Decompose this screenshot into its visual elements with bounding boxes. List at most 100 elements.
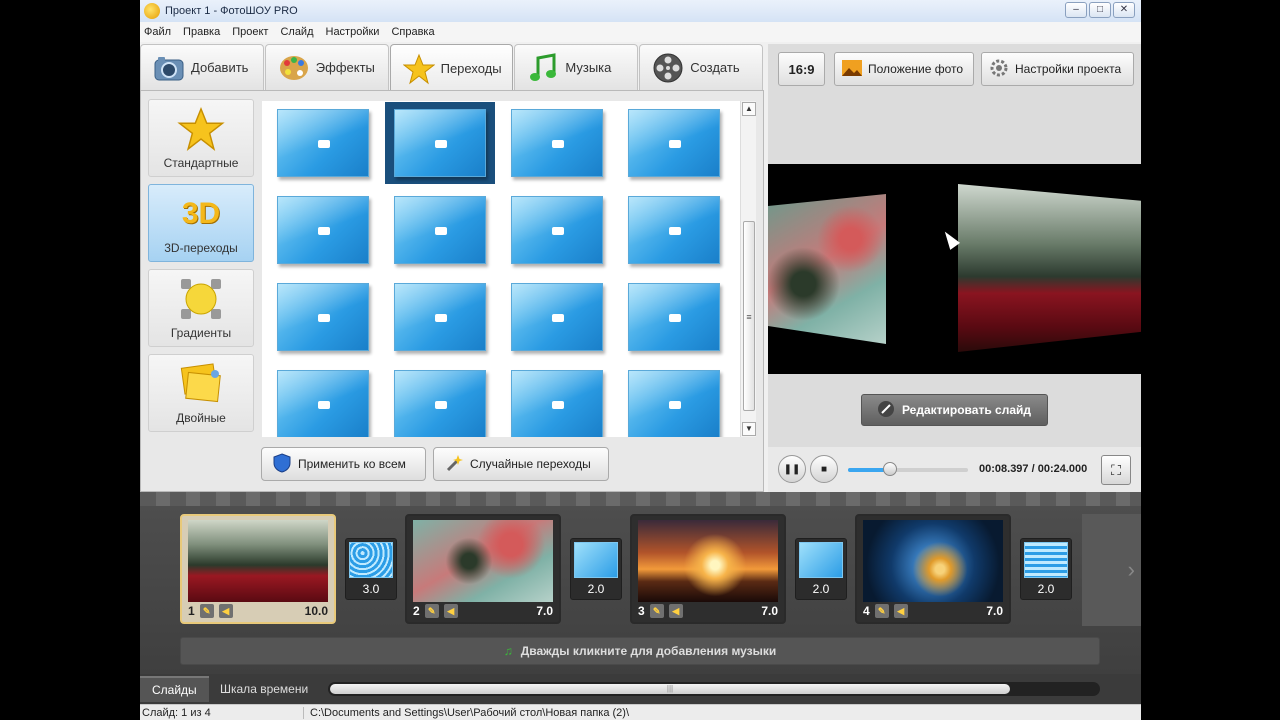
transition-preset-thumb — [277, 370, 369, 437]
transition-preset[interactable] — [619, 363, 729, 437]
menu-slide[interactable]: Слайд — [280, 26, 313, 38]
status-slide-info: Слайд: 1 из 4 — [140, 706, 304, 719]
transition-duration: 2.0 — [1037, 582, 1055, 596]
scroll-up-arrow-icon[interactable]: ▲ — [742, 102, 756, 116]
transition-preset[interactable] — [385, 276, 495, 358]
stop-button[interactable]: ■ — [810, 455, 838, 483]
camera-icon — [153, 52, 185, 84]
star-icon — [176, 106, 226, 152]
tab-music[interactable]: Музыка — [514, 44, 639, 90]
film-reel-icon — [652, 52, 684, 84]
aspect-ratio-button[interactable]: 16:9 — [778, 52, 825, 86]
pencil-icon[interactable]: ✎ — [199, 604, 214, 618]
transition-preset[interactable] — [619, 189, 729, 271]
transition-preset[interactable] — [385, 102, 495, 184]
transition-arrow-icon — [669, 314, 681, 322]
transition-categories: Стандартные 3D 3D-переходы Градиенты Дво… — [148, 99, 254, 439]
pause-button[interactable]: ❚❚ — [778, 455, 806, 483]
random-transitions-button[interactable]: Случайные переходы — [433, 447, 609, 481]
transition-preset[interactable] — [268, 102, 378, 184]
tab-effects[interactable]: Эффекты — [264, 44, 389, 90]
scroll-down-arrow-icon[interactable]: ▼ — [742, 422, 756, 436]
transition-thumb-4[interactable]: 2.0 — [1020, 538, 1072, 600]
menu-file[interactable]: Файл — [144, 26, 171, 38]
filmstrip-next-arrow-icon[interactable]: › — [1082, 514, 1141, 626]
3d-icon: 3D — [181, 197, 221, 230]
transition-thumb-2[interactable]: 2.0 — [570, 538, 622, 600]
random-label: Случайные переходы — [470, 457, 591, 471]
slide-thumb-2[interactable]: 2 ✎ ◀ 7.0 — [405, 514, 561, 624]
tab-timeline[interactable]: Шкала времени — [208, 676, 320, 702]
slide-number: 1 — [188, 604, 195, 618]
music-track-bar[interactable]: ♫ Дважды кликните для добавления музыки — [180, 637, 1100, 665]
slide-thumb-4[interactable]: 4 ✎ ◀ 7.0 — [855, 514, 1011, 624]
slide-preview[interactable] — [768, 164, 1141, 374]
close-button[interactable]: ✕ — [1113, 2, 1135, 18]
transition-preset[interactable] — [502, 276, 612, 358]
transition-duration: 2.0 — [812, 582, 830, 596]
transition-preset[interactable] — [268, 363, 378, 437]
transition-preset[interactable] — [502, 363, 612, 437]
speaker-icon[interactable]: ◀ — [443, 604, 458, 618]
transition-duration: 2.0 — [587, 582, 605, 596]
slide-thumb-1[interactable]: 1 ✎ ◀ 10.0 — [180, 514, 336, 624]
filmstrip-scrollbar[interactable]: ||| — [328, 682, 1100, 696]
category-double[interactable]: Двойные — [148, 354, 254, 432]
tab-slides[interactable]: Слайды — [140, 676, 209, 702]
pencil-icon[interactable]: ✎ — [874, 604, 889, 618]
transition-preset[interactable] — [619, 276, 729, 358]
pencil-icon[interactable]: ✎ — [424, 604, 439, 618]
transition-thumb-3[interactable]: 2.0 — [795, 538, 847, 600]
category-label: Стандартные — [163, 156, 239, 170]
menu-bar: Файл Правка Проект Слайд Настройки Справ… — [140, 22, 1141, 42]
project-settings-button[interactable]: Настройки проекта — [981, 52, 1134, 86]
tab-add[interactable]: Добавить — [140, 44, 264, 90]
slide-info-bar: 1 ✎ ◀ 10.0 — [182, 600, 334, 622]
transition-preset[interactable] — [385, 363, 495, 437]
fullscreen-button[interactable]: ⛶ — [1101, 455, 1131, 485]
menu-help[interactable]: Справка — [391, 26, 434, 38]
menu-project[interactable]: Проект — [232, 26, 268, 38]
pencil-icon[interactable]: ✎ — [649, 604, 664, 618]
transition-arrow-icon — [669, 227, 681, 235]
transition-preset[interactable] — [268, 189, 378, 271]
category-gradients[interactable]: Градиенты — [148, 269, 254, 347]
slide-thumb-3[interactable]: 3 ✎ ◀ 7.0 — [630, 514, 786, 624]
status-path: C:\Documents and Settings\User\Рабочий с… — [310, 706, 630, 719]
transition-preset[interactable] — [619, 102, 729, 184]
menu-settings[interactable]: Настройки — [326, 26, 380, 38]
app-smiley-icon — [144, 3, 160, 19]
filmstrip-scroll-thumb[interactable]: ||| — [330, 684, 1010, 694]
transition-preset[interactable] — [502, 189, 612, 271]
category-label: 3D-переходы — [164, 241, 238, 255]
category-label: Градиенты — [170, 326, 232, 340]
speaker-icon[interactable]: ◀ — [668, 604, 683, 618]
maximize-button[interactable]: □ — [1089, 2, 1111, 18]
category-3d[interactable]: 3D 3D-переходы — [148, 184, 254, 262]
edit-slide-button[interactable]: Редактировать слайд — [861, 394, 1048, 426]
tab-transitions[interactable]: Переходы — [389, 44, 514, 92]
category-standard[interactable]: Стандартные — [148, 99, 254, 177]
tab-effects-label: Эффекты — [315, 60, 375, 75]
playback-knob[interactable] — [883, 462, 897, 476]
scroll-thumb[interactable]: ≡ — [743, 221, 755, 411]
speaker-icon[interactable]: ◀ — [218, 604, 233, 618]
playback-slider[interactable] — [848, 462, 968, 476]
edit-slide-label: Редактировать слайд — [901, 403, 1032, 417]
transition-preset[interactable] — [385, 189, 495, 271]
palette-icon — [278, 52, 310, 84]
menu-edit[interactable]: Правка — [183, 26, 220, 38]
transition-thumb-1[interactable]: 3.0 — [345, 538, 397, 600]
photo-position-button[interactable]: Положение фото — [834, 52, 974, 86]
apply-all-button[interactable]: Применить ко всем — [261, 447, 426, 481]
transition-preset[interactable] — [502, 102, 612, 184]
minimize-button[interactable]: – — [1065, 2, 1087, 18]
main-tabs: Добавить Эффекты Переходы Музыка Создать — [140, 44, 764, 92]
transition-preset-thumb — [511, 196, 603, 264]
speaker-icon[interactable]: ◀ — [893, 604, 908, 618]
transition-preset[interactable] — [268, 276, 378, 358]
transition-preset-thumb — [511, 283, 603, 351]
project-settings-label: Настройки проекта — [1015, 62, 1122, 76]
tab-create[interactable]: Создать — [639, 44, 763, 90]
grid-scrollbar[interactable]: ▲ ≡ ▼ — [740, 101, 756, 437]
